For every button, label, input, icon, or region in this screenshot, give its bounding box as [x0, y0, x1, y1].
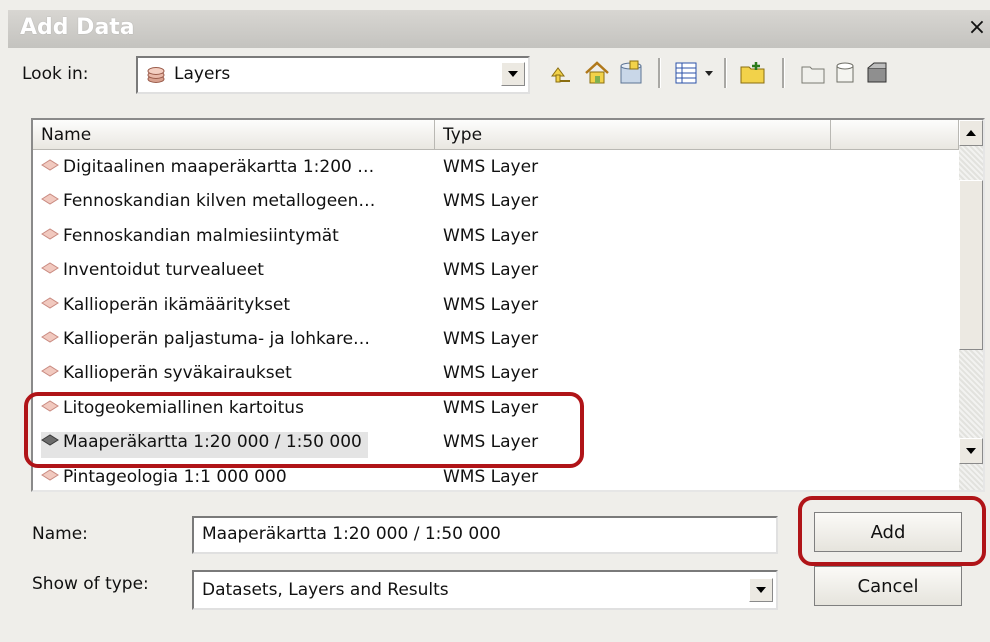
highlight-box-layers — [24, 392, 584, 468]
list-item-name: Pintageologia 1:1 000 000 — [41, 466, 293, 490]
wms-layer-icon — [41, 193, 59, 205]
vertical-scrollbar[interactable] — [959, 120, 983, 490]
list-item[interactable]: Digitaalinen maaperäkartta 1:200 … WMS La… — [33, 152, 953, 186]
up-one-level-icon[interactable] — [546, 58, 576, 88]
home-icon[interactable] — [582, 58, 612, 88]
list-item-type: WMS Layer — [443, 225, 539, 246]
show-of-type-label: Show of type: — [32, 574, 149, 594]
wms-layer-icon — [41, 262, 59, 274]
show-of-type-select[interactable]: Datasets, Layers and Results — [192, 570, 778, 610]
scroll-down-button[interactable] — [959, 438, 983, 464]
column-header-name[interactable]: Name — [33, 120, 435, 150]
list-item-type: WMS Layer — [443, 466, 539, 487]
layers-icon — [147, 67, 165, 83]
column-header-type[interactable]: Type — [435, 120, 831, 150]
column-header-extra[interactable] — [831, 120, 959, 150]
list-item-type: WMS Layer — [443, 157, 539, 177]
show-of-type-value: Datasets, Layers and Results — [202, 580, 449, 600]
wms-layer-icon — [41, 297, 59, 309]
list-item-name: Kallioperän syväkairaukset — [41, 363, 298, 389]
look-in-value: Layers — [174, 64, 231, 84]
list-item[interactable]: Kallioperän ikämääritykset WMS Layer — [33, 290, 953, 324]
title-bar: Add Data × — [8, 10, 990, 48]
list-item-name: Digitaalinen maaperäkartta 1:200 … — [41, 157, 380, 183]
look-in-combo[interactable]: Layers — [136, 56, 530, 94]
chevron-down-icon[interactable] — [702, 58, 716, 88]
list-item-type: WMS Layer — [443, 363, 539, 384]
chevron-up-icon — [966, 130, 976, 136]
toolbar-separator — [724, 58, 727, 88]
list-item-label: Fennoskandian kilven metallogeen… — [63, 191, 376, 212]
wms-layer-icon — [41, 469, 59, 481]
details-view-icon[interactable] — [672, 58, 702, 88]
chevron-down-icon — [966, 448, 976, 454]
close-icon[interactable]: × — [966, 16, 988, 40]
list-item-label: Inventoidut turvealueet — [63, 260, 264, 281]
wms-layer-icon — [41, 159, 59, 171]
list-item-name: Inventoidut turvealueet — [41, 260, 270, 286]
list-item-label: Digitaalinen maaperäkartta 1:200 … — [63, 157, 375, 177]
scroll-up-button[interactable] — [959, 120, 983, 146]
wms-layer-icon — [41, 365, 59, 377]
new-folder-icon[interactable] — [738, 58, 768, 88]
connect-folder-icon[interactable] — [616, 58, 646, 88]
add-data-dialog: Add Data × Look in: Layers Name Type Dig… — [0, 0, 990, 642]
toolbar-separator — [782, 58, 785, 88]
list-item[interactable]: Fennoskandian kilven metallogeen… WMS Lay… — [33, 186, 953, 220]
list-item-label: Fennoskandian malmiesiintymät — [63, 225, 339, 246]
list-item-label: Kallioperän ikämääritykset — [63, 294, 291, 315]
look-in-label: Look in: — [22, 64, 89, 84]
wms-layer-icon — [41, 228, 59, 240]
list-item-name: Kallioperän ikämääritykset — [41, 295, 296, 321]
new-database-icon[interactable] — [830, 58, 860, 88]
list-item-label: Kallioperän paljastuma- ja lohkare… — [63, 329, 371, 349]
name-label: Name: — [32, 524, 88, 544]
list-item-type: WMS Layer — [443, 260, 539, 281]
highlight-box-add — [798, 496, 986, 566]
new-layer-icon[interactable] — [798, 58, 828, 88]
list-item-label: Kallioperän syväkairaukset — [63, 363, 292, 384]
list-item-name: Kallioperän paljastuma- ja lohkare… — [41, 329, 376, 355]
list-item-name: Fennoskandian kilven metallogeen… — [41, 191, 381, 217]
cancel-button[interactable]: Cancel — [814, 566, 962, 606]
scroll-thumb[interactable] — [959, 180, 983, 350]
toolbar-separator — [658, 58, 661, 88]
list-item-label: Pintageologia 1:1 000 000 — [63, 466, 287, 487]
list-item[interactable]: Fennoskandian malmiesiintymät WMS Layer — [33, 221, 953, 255]
dialog-title: Add Data — [20, 15, 135, 40]
wms-layer-icon — [41, 331, 59, 343]
name-input-value: Maaperäkartta 1:20 000 / 1:50 000 — [202, 524, 501, 544]
list-item-type: WMS Layer — [443, 191, 539, 212]
list-item[interactable]: Inventoidut turvealueet WMS Layer — [33, 255, 953, 289]
new-toolbox-icon[interactable] — [862, 58, 892, 88]
name-input[interactable]: Maaperäkartta 1:20 000 / 1:50 000 — [192, 516, 778, 554]
list-item-type: WMS Layer — [443, 329, 539, 349]
list-item[interactable]: Kallioperän syväkairaukset WMS Layer — [33, 358, 953, 392]
chevron-down-icon[interactable] — [501, 62, 525, 86]
list-item-name: Fennoskandian malmiesiintymät — [41, 226, 345, 252]
list-item-type: WMS Layer — [443, 294, 539, 315]
chevron-down-icon[interactable] — [749, 578, 773, 602]
list-item[interactable]: Kallioperän paljastuma- ja lohkare… WMS L… — [33, 324, 953, 358]
